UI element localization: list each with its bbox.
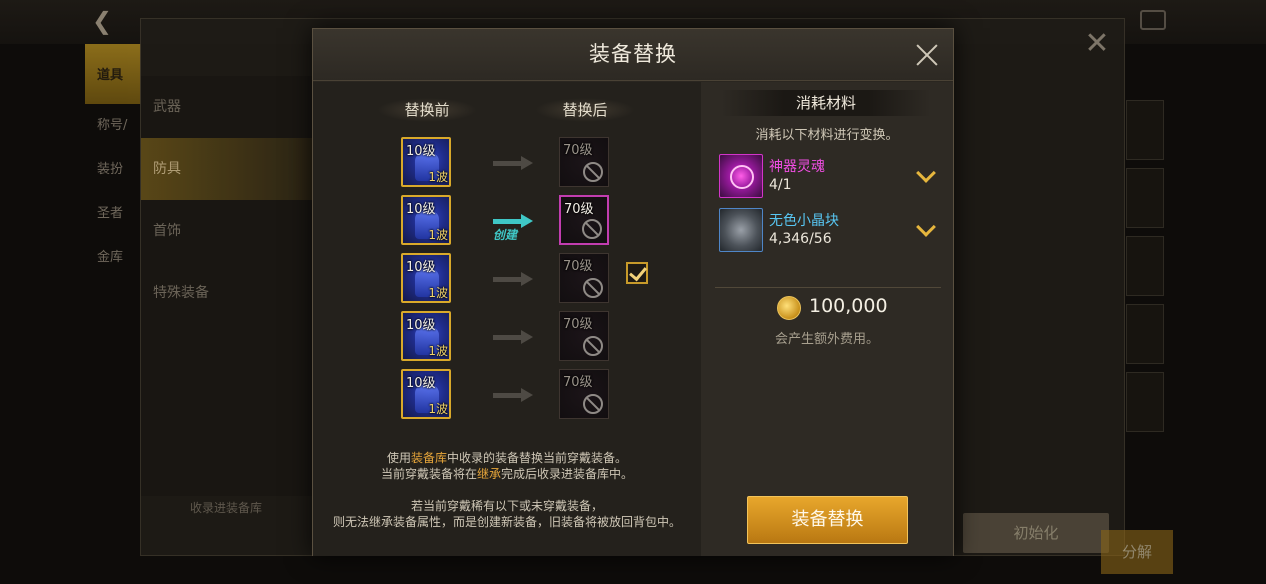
- materials-description: 消耗以下材料进行变换。: [755, 128, 899, 143]
- before-header: 替换前: [377, 98, 477, 122]
- side-item[interactable]: 称号/: [85, 104, 141, 148]
- prohibited-icon: [582, 219, 602, 239]
- init-button[interactable]: 初始化: [963, 513, 1109, 553]
- extra-cost-note: 会产生额外费用。: [774, 332, 879, 347]
- material-row: 无色小晶块 4,346/56: [719, 208, 939, 252]
- menu-item-weapon[interactable]: 武器: [141, 76, 313, 138]
- item-level: 70级: [563, 259, 593, 274]
- chevron-down-icon[interactable]: [916, 163, 936, 183]
- item-level: 10级: [406, 260, 436, 275]
- note-text: 中收录的装备替换当前穿戴装备。: [447, 451, 628, 465]
- after-item-slot[interactable]: 70级: [559, 369, 609, 419]
- back-arrow-icon[interactable]: ❮: [92, 8, 118, 34]
- materials-header: 消耗材料: [721, 90, 931, 116]
- note-text: 当前穿戴装备将在: [380, 467, 477, 481]
- info-note-3: 若当前穿戴稀有以下或未穿戴装备，: [410, 499, 603, 513]
- note-text: 完成后收录进装备库中。: [501, 467, 634, 481]
- split-button[interactable]: 分解: [1101, 530, 1173, 574]
- background-side-nav: 称号/ 装扮 圣者 金库: [85, 104, 141, 344]
- material-count: 4,346/56: [769, 231, 832, 247]
- item-level: 10级: [406, 376, 436, 391]
- info-note-4: 则无法继承装备属性，而是创建新装备，旧装备将被放回背包中。: [332, 515, 681, 529]
- after-header: 替换后: [535, 98, 635, 122]
- gold-cost: 100,000: [809, 295, 888, 317]
- material-name: 无色小晶块: [769, 213, 839, 229]
- close-icon[interactable]: [913, 41, 941, 69]
- replace-checkbox[interactable]: [626, 262, 648, 284]
- equipment-replace-dialog: 装备替换 替换前 替换后 10级 1波 70级 10级 1波 创建 70级 10…: [312, 28, 954, 556]
- before-item-slot[interactable]: 10级 1波: [401, 253, 451, 303]
- side-item[interactable]: 圣者: [85, 192, 141, 236]
- item-level: 70级: [563, 143, 593, 158]
- item-level: 10级: [406, 144, 436, 159]
- arrow-right-icon: [493, 330, 535, 344]
- create-label: 创建: [493, 228, 518, 242]
- materials-panel: 消耗材料 消耗以下材料进行变换。 神器灵魂 4/1 无色小晶块 4,346/56…: [701, 82, 953, 556]
- prohibited-icon: [583, 336, 603, 356]
- chevron-down-icon[interactable]: [916, 217, 936, 237]
- note-highlight: 继承: [476, 467, 501, 481]
- item-level: 70级: [564, 202, 594, 217]
- material-name: 神器灵魂: [769, 159, 825, 175]
- arrow-right-icon: [493, 388, 535, 402]
- swap-area: 替换前 替换后 10级 1波 70级 10级 1波 创建 70级 10级 1波 …: [313, 82, 701, 556]
- item-level: 70级: [563, 375, 593, 390]
- item-sub: 1波: [428, 170, 448, 184]
- before-item-slot[interactable]: 10级 1波: [401, 195, 451, 245]
- background-close-icon[interactable]: ✕: [1083, 29, 1111, 59]
- tab-items-label: 道具: [97, 68, 124, 83]
- menu-item-special[interactable]: 特殊装备: [141, 262, 313, 324]
- colorless-crystal-icon: [719, 208, 763, 252]
- after-item-slot[interactable]: 70级: [559, 311, 609, 361]
- arrow-right-icon: [493, 156, 535, 170]
- side-item[interactable]: 装扮: [85, 148, 141, 192]
- item-sub: 1波: [428, 286, 448, 300]
- item-sub: 1波: [428, 344, 448, 358]
- arrow-right-icon: [493, 272, 535, 286]
- replace-equipment-button[interactable]: 装备替换: [747, 496, 908, 544]
- material-count: 4/1: [769, 177, 792, 193]
- item-level: 10级: [406, 202, 436, 217]
- item-level: 10级: [406, 318, 436, 333]
- after-item-slot[interactable]: 70级: [559, 253, 609, 303]
- after-item-slot[interactable]: 70级: [559, 137, 609, 187]
- background-category-menu: 武器 防具 首饰 特殊装备: [141, 76, 313, 496]
- before-item-slot[interactable]: 10级 1波: [401, 311, 451, 361]
- item-sub: 1波: [428, 402, 448, 416]
- arrow-right-icon: [493, 214, 535, 228]
- prohibited-icon: [583, 394, 603, 414]
- before-item-slot[interactable]: 10级 1波: [401, 369, 451, 419]
- chat-icon[interactable]: [1140, 10, 1166, 30]
- side-item[interactable]: 金库: [85, 236, 141, 280]
- dialog-title: 装备替换: [589, 42, 677, 66]
- note-text: 使用: [386, 451, 411, 465]
- item-level: 70级: [563, 317, 593, 332]
- item-sub: 1波: [428, 228, 448, 242]
- artifact-soul-icon: [719, 154, 763, 198]
- material-row: 神器灵魂 4/1: [719, 154, 939, 198]
- dialog-header: 装备替换: [313, 29, 953, 81]
- after-item-slot-selected[interactable]: 70级: [559, 195, 609, 245]
- prohibited-icon: [583, 162, 603, 182]
- background-slots: [1126, 100, 1166, 440]
- prohibited-icon: [583, 278, 603, 298]
- divider: [715, 287, 941, 288]
- info-note-2: 当前穿戴装备将在继承完成后收录进装备库中。: [313, 466, 701, 482]
- before-item-slot[interactable]: 10级 1波: [401, 137, 451, 187]
- gold-coin-icon: [777, 296, 801, 320]
- note-highlight: 装备库: [410, 451, 447, 465]
- info-note-1: 使用装备库中收录的装备替换当前穿戴装备。: [313, 450, 701, 466]
- menu-item-accessory[interactable]: 首饰: [141, 200, 313, 262]
- menu-item-armor[interactable]: 防具: [141, 138, 313, 200]
- collect-to-storage[interactable]: 收录进装备库: [150, 500, 280, 550]
- tab-items[interactable]: 道具: [85, 44, 141, 104]
